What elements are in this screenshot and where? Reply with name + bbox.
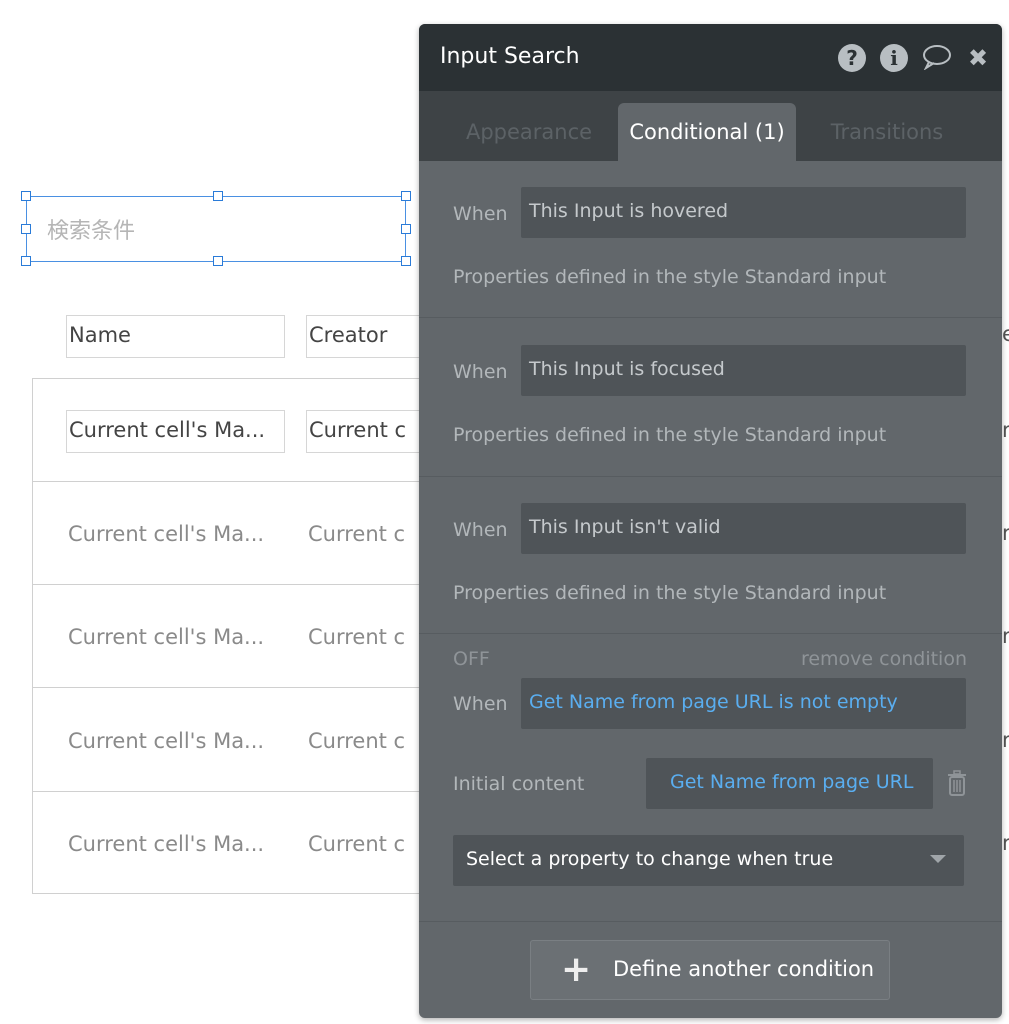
cell-creator: Current c	[308, 729, 406, 753]
clipped-text: r	[1002, 728, 1009, 752]
condition-expression[interactable]: This Input isn't valid	[521, 503, 966, 554]
condition-expression[interactable]: Get Name from page URL is not empty	[521, 678, 966, 729]
dropdown-arrow-icon	[930, 855, 946, 863]
cell-creator: Current c	[308, 522, 406, 546]
tab-conditional[interactable]: Conditional (1)	[618, 103, 796, 161]
resize-handle[interactable]	[401, 191, 411, 201]
close-icon[interactable]: ✖	[964, 44, 992, 72]
resize-handle[interactable]	[21, 191, 31, 201]
properties-note: Properties defined in the style Standard…	[453, 266, 887, 288]
cell-name: Current cell's Ma...	[68, 625, 265, 649]
tab-bar: Appearance Conditional (1) Transitions	[419, 91, 1002, 161]
property-select[interactable]: Select a property to change when true	[453, 835, 964, 886]
cell-name: Current cell's Ma...	[68, 522, 265, 546]
repeating-group[interactable]: Current cell's Ma... Current c Current ce…	[32, 378, 436, 894]
clipped-text: r	[1002, 418, 1009, 442]
when-label: When	[453, 361, 508, 383]
clipped-text: e	[1002, 322, 1009, 346]
comment-icon[interactable]	[922, 44, 951, 72]
cell-name[interactable]: Current cell's Ma...	[66, 410, 285, 453]
off-label: OFF	[453, 648, 490, 670]
properties-note: Properties defined in the style Standard…	[453, 424, 887, 446]
panel-title: Input Search	[440, 44, 580, 69]
panel-header[interactable]: Input Search ? i ✖	[419, 24, 1002, 91]
cell-name: Current cell's Ma...	[68, 729, 265, 753]
help-icon[interactable]: ?	[838, 44, 866, 72]
clipped-text: r	[1002, 521, 1009, 545]
properties-note: Properties defined in the style Standard…	[453, 582, 887, 604]
property-label: Initial content	[453, 773, 585, 795]
resize-handle[interactable]	[21, 224, 31, 234]
search-input[interactable]: 検索条件	[26, 196, 406, 262]
tab-appearance[interactable]: Appearance	[459, 103, 599, 161]
resize-handle[interactable]	[21, 256, 31, 266]
cell-creator[interactable]: Current c	[306, 410, 436, 453]
trash-icon[interactable]	[947, 770, 967, 800]
plus-icon: +	[561, 949, 592, 990]
tab-transitions[interactable]: Transitions	[817, 103, 957, 161]
define-another-condition-button[interactable]: + Define another condition	[530, 940, 890, 1000]
property-editor-panel: Input Search ? i ✖ Appearance Conditiona…	[419, 24, 1002, 1018]
resize-handle[interactable]	[213, 191, 223, 201]
button-label: Define another condition	[613, 957, 875, 981]
condition-block: When This Input is focused Properties de…	[419, 319, 1002, 477]
header-creator[interactable]: Creator	[306, 315, 436, 358]
when-label: When	[453, 519, 508, 541]
condition-block: When This Input is hovered Properties de…	[419, 161, 1002, 318]
info-icon[interactable]: i	[880, 44, 908, 72]
cell-creator: Current c	[308, 625, 406, 649]
cell-creator: Current c	[308, 832, 406, 856]
condition-expression[interactable]: This Input is focused	[521, 345, 966, 396]
condition-block: When This Input isn't valid Properties d…	[419, 477, 1002, 634]
resize-handle[interactable]	[401, 256, 411, 266]
condition-block-custom: OFF remove condition When Get Name from …	[419, 634, 1002, 922]
when-label: When	[453, 203, 508, 225]
property-value[interactable]: Get Name from page URL	[646, 758, 933, 809]
resize-handle[interactable]	[213, 256, 223, 266]
clipped-text: r	[1002, 831, 1009, 855]
clipped-text: r	[1002, 624, 1009, 648]
when-label: When	[453, 693, 508, 715]
remove-condition-link[interactable]: remove condition	[801, 648, 967, 670]
condition-expression[interactable]: This Input is hovered	[521, 187, 966, 238]
select-label: Select a property to change when true	[466, 848, 834, 870]
header-name[interactable]: Name	[66, 315, 285, 358]
cell-name: Current cell's Ma...	[68, 832, 265, 856]
resize-handle[interactable]	[401, 224, 411, 234]
